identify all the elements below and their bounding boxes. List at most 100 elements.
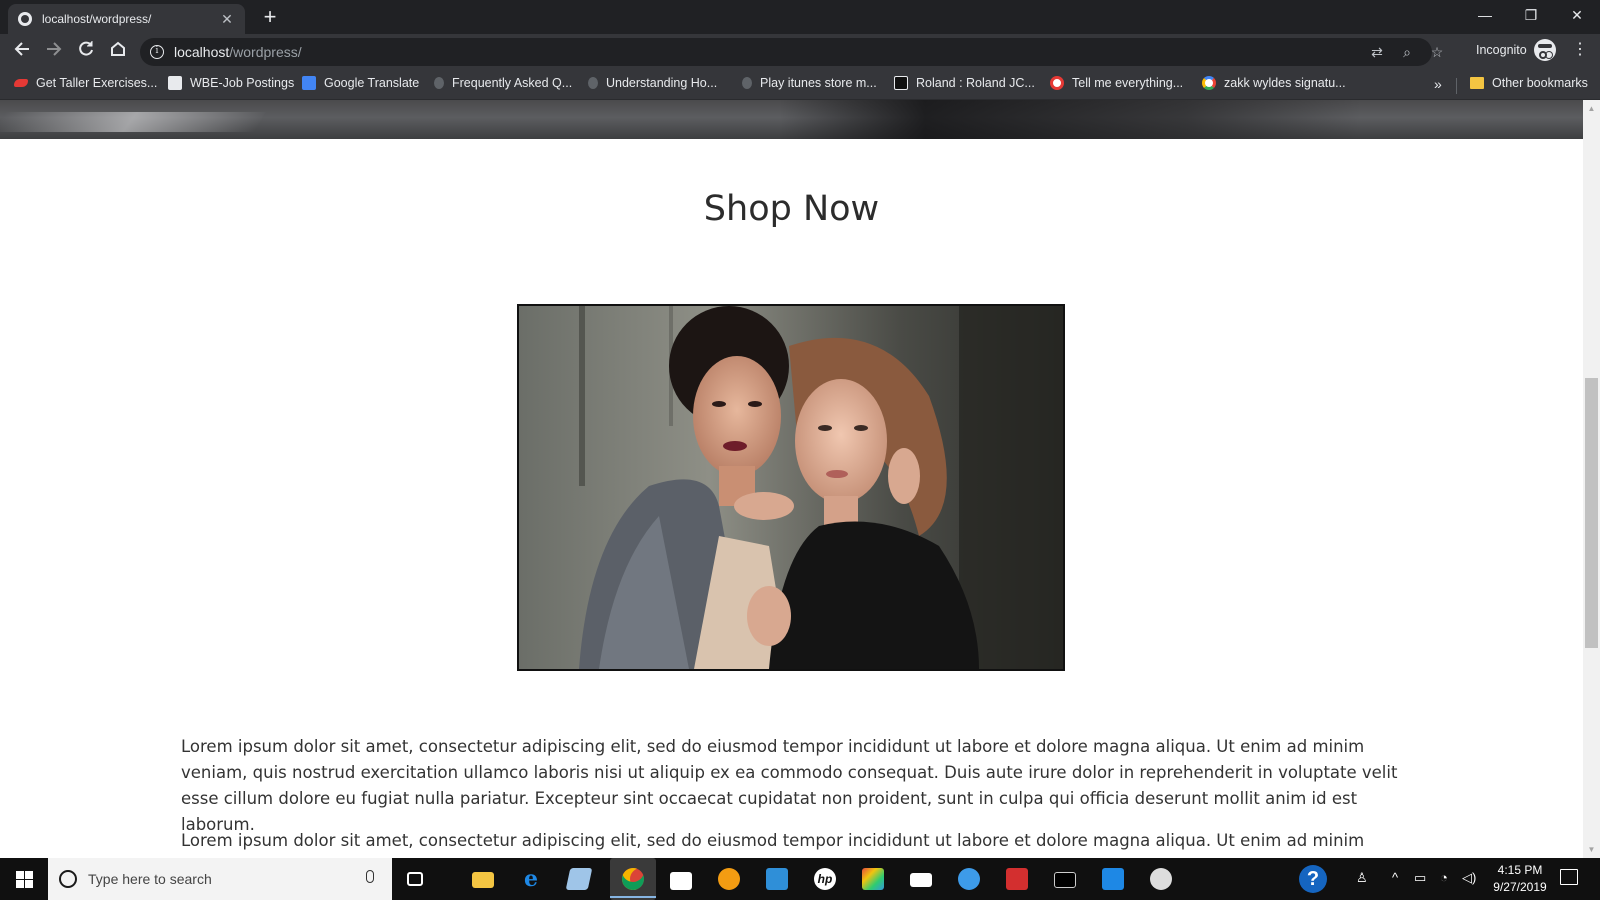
bookmark-label: Play itunes store m... [760,76,877,90]
page-scrollbar[interactable]: ▲ ▼ [1583,100,1600,858]
bookmark-roland[interactable]: Roland : Roland JC... [894,76,1035,90]
paper-plane-icon [958,868,980,890]
close-tab-icon[interactable]: ✕ [219,11,235,27]
bookmark-itunes[interactable]: Play itunes store m... [742,76,877,90]
google-icon [1202,76,1216,90]
taskbar-file-explorer[interactable] [468,864,498,894]
address-bar[interactable]: i localhost/wordpress/ ⇄ ⌕ ☆ [140,38,1443,66]
apple-icon [588,77,598,89]
clock-time: 4:15 PM [1497,863,1543,877]
start-button[interactable] [0,858,48,900]
more-bookmarks-chevron-icon[interactable]: » [1434,76,1442,92]
bookmark-label: Google Translate [324,76,420,90]
taskbar-dev-tool[interactable] [762,864,792,894]
taskbar-vlc[interactable] [714,864,744,894]
address-url[interactable]: localhost/wordpress/ [174,44,302,60]
zoom-icon[interactable]: ⌕ [1398,44,1416,60]
show-hidden-icons-chevron-icon[interactable]: ^ [1392,870,1398,885]
taskbar-mail[interactable] [906,864,936,894]
incognito-label: Incognito [1476,43,1527,57]
forward-arrow-icon [47,42,62,56]
body-paragraph: Lorem ipsum dolor sit amet, consectetur … [181,831,1365,858]
scroll-thumb[interactable] [1585,378,1598,648]
bookmark-google-translate[interactable]: Google Translate [302,76,419,90]
globe-icon [18,12,32,26]
apple-icon [742,77,752,89]
bookmark-label: Frequently Asked Q... [452,76,573,90]
taskbar-terminal[interactable] [1050,864,1080,894]
volume-icon[interactable]: ◁) [1462,870,1476,886]
taskbar-store[interactable] [666,864,696,894]
taskbar-clock[interactable]: 4:15 PM 9/27/2019 [1488,862,1552,896]
people-icon[interactable]: ♙ [1356,870,1368,886]
bookmark-label: Tell me everything... [1072,76,1184,90]
reload-button[interactable] [74,40,98,64]
help-button[interactable]: ? [1298,864,1328,894]
bookmark-understanding[interactable]: Understanding Ho... [588,76,717,90]
taskbar-vscode[interactable] [1098,864,1128,894]
vlc-icon [718,868,740,890]
bookmark-wbe-jobs[interactable]: WBE-Job Postings [168,76,294,90]
taskbar-hp[interactable]: hp [810,864,840,894]
restore-button[interactable]: ❐ [1508,0,1554,30]
bookmark-get-taller[interactable]: Get Taller Exercises... [14,76,157,90]
bookmarks-bar: Get Taller Exercises... WBE-Job Postings… [0,70,1600,100]
target-icon [1050,76,1064,90]
browser-toolbar: i localhost/wordpress/ ⇄ ⌕ ☆ Incognito ⋮ [0,34,1600,70]
wifi-icon[interactable]: ◔ [1440,870,1448,885]
file-explorer-icon [472,872,494,888]
forward-button[interactable] [42,40,66,64]
scroll-down-arrow-icon[interactable]: ▼ [1583,841,1600,858]
home-button[interactable] [106,40,130,64]
taskbar-notes[interactable] [564,864,594,894]
running-indicator [610,896,656,898]
bookmark-label: Get Taller Exercises... [36,76,158,90]
github-icon [1150,868,1172,890]
body-paragraph: Lorem ipsum dolor sit amet, consectetur … [181,737,1398,834]
translate-icon[interactable]: ⇄ [1368,44,1386,60]
page-viewport: Shop Now Lorem ipsum dolor sit amet, con… [0,100,1583,858]
bookmark-label: zakk wyldes signatu... [1224,76,1346,90]
site-info-icon[interactable]: i [150,45,164,59]
incognito-icon[interactable] [1534,39,1556,61]
roland-icon [894,76,908,90]
close-window-button[interactable]: ✕ [1554,0,1600,30]
taskbar-acrobat[interactable] [1002,864,1032,894]
new-tab-button[interactable]: + [258,6,282,30]
back-button[interactable] [10,40,34,64]
taskbar-paper-plane[interactable] [954,864,984,894]
taskbar-search-box[interactable]: Type here to search [48,858,392,900]
folder-icon [1470,77,1484,89]
browser-tab[interactable]: localhost/wordpress/ ✕ [8,4,245,34]
paint-icon [862,868,884,890]
taskbar-github[interactable] [1146,864,1176,894]
microphone-icon[interactable] [366,870,374,883]
scroll-up-arrow-icon[interactable]: ▲ [1583,100,1600,117]
other-bookmarks-folder[interactable]: Other bookmarks [1470,76,1588,90]
action-center-icon[interactable] [1560,869,1578,885]
taskbar-edge[interactable]: e [516,864,546,894]
bookmark-star-icon[interactable]: ☆ [1428,44,1446,60]
other-bookmarks-label: Other bookmarks [1492,76,1588,90]
running-shoe-icon [14,79,28,87]
bookmark-label: WBE-Job Postings [190,76,295,90]
mail-icon [910,873,932,887]
menu-kebab-icon[interactable]: ⋮ [1572,42,1588,58]
bookmark-zakk-wylde[interactable]: zakk wyldes signatu... [1202,76,1346,90]
minimize-button[interactable]: — [1462,0,1508,30]
terminal-icon [1054,872,1076,888]
shop-photo [517,304,1065,671]
battery-icon[interactable]: ▭ [1414,870,1426,886]
taskbar-paint[interactable] [858,864,888,894]
taskbar-chrome[interactable] [610,858,656,900]
bookmark-tell-me[interactable]: Tell me everything... [1050,76,1183,90]
page-title: Shop Now [703,189,880,229]
edge-icon: e [524,866,538,892]
bookmark-faq[interactable]: Frequently Asked Q... [434,76,572,90]
hero-image-bottom-edge [0,100,1583,139]
home-icon [111,41,125,56]
task-view-icon [407,872,423,886]
task-view-button[interactable] [400,864,430,894]
back-arrow-icon [14,42,29,56]
arrow-logo-icon [168,76,182,90]
